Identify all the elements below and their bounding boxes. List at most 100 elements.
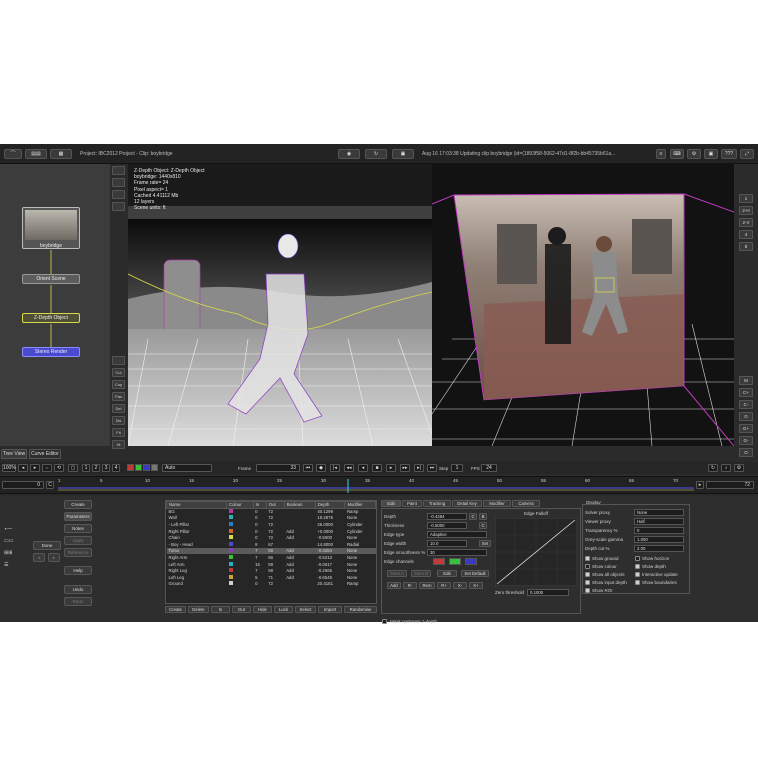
col-out[interactable]: Out [265, 501, 285, 509]
timeline-start-marker-icon[interactable]: C [46, 481, 54, 489]
node-tool-3[interactable] [112, 190, 125, 199]
channel-green[interactable] [135, 464, 142, 471]
layer-row[interactable]: BG 0 72 40.1299 Ramp [167, 508, 376, 515]
apply-button[interactable]: Apply [64, 536, 92, 545]
r-plus-button[interactable]: R+ [437, 582, 451, 589]
view-mode-g[interactable]: G [739, 412, 753, 421]
col-name[interactable]: Name [166, 501, 227, 509]
parameters-button[interactable]: Parameters [64, 512, 92, 521]
node-tool-2[interactable] [112, 178, 125, 187]
layer-randomise-button[interactable]: Randomise [344, 606, 377, 613]
cut-button[interactable]: Cut [112, 368, 125, 377]
edge-smoothness-field[interactable]: 30 [427, 549, 487, 556]
x-minus-button[interactable]: X- [453, 582, 467, 589]
zoom-field[interactable]: 100% [2, 464, 16, 472]
key-prev-icon[interactable]: ◆ [316, 464, 326, 472]
help-panel-button[interactable]: Help [64, 566, 92, 575]
layer-colour-swatch[interactable] [228, 574, 233, 579]
edge-channel-green[interactable] [449, 558, 461, 565]
proxy-select[interactable]: Auto [162, 464, 212, 472]
view-layout-2v[interactable]: 2-V [739, 218, 753, 227]
view-mode-cplus[interactable]: C+ [739, 388, 753, 397]
timeline-icon[interactable]: ▤▤ [25, 149, 47, 159]
page-4[interactable]: 4 [112, 464, 120, 472]
stereo-render-node[interactable]: Stereo Render [22, 347, 80, 357]
show-boundaries-checkbox[interactable] [635, 580, 640, 585]
hide-button[interactable]: Hi [112, 440, 125, 449]
zoom-up-icon[interactable]: ▸ [30, 464, 40, 472]
show-colour-checkbox[interactable] [585, 564, 590, 569]
next-button[interactable]: ▸ [48, 553, 60, 562]
show-input-depth-checkbox[interactable] [585, 580, 590, 585]
layer-row[interactable]: Torso 7 68 Add -0.4284 None [166, 547, 376, 555]
show-depth-checkbox[interactable] [635, 564, 640, 569]
layer-row[interactable]: Right Pillar 0 72 Add +0.0000 Cylinder [167, 528, 376, 535]
edge-channel-blue[interactable] [465, 558, 477, 565]
edge-type-select[interactable]: Adaptive [427, 531, 487, 538]
grid-icon[interactable]: ▦ [50, 149, 72, 159]
view-mode-m[interactable]: M [739, 376, 753, 385]
gear-icon[interactable]: ⚙ [687, 149, 701, 159]
goto-end-icon[interactable]: ⏭ [427, 464, 437, 472]
timeline[interactable]: 0 C 1 5 10 15 20 25 30 35 40 45 50 55 60… [0, 476, 758, 494]
r-minus-button[interactable]: R- [403, 582, 417, 589]
view-mode-o[interactable]: O [739, 448, 753, 457]
create-button[interactable]: Create [64, 500, 92, 509]
layers-tool-icon[interactable]: ☰ [4, 562, 24, 569]
disable-button[interactable]: Dis [112, 416, 125, 425]
lock-icon[interactable]: ▣ [704, 149, 718, 159]
tab-detail-key[interactable]: Detail Key [452, 500, 482, 507]
tab-modifier[interactable]: Modifier [483, 500, 511, 507]
depth-viewer[interactable]: Z-Depth Object: Z-Depth Object boybridge… [128, 164, 432, 446]
goto-start-icon[interactable]: ⏮ [303, 464, 313, 472]
col-colour[interactable]: Colour [226, 501, 254, 509]
channel-blue[interactable] [143, 464, 150, 471]
layer-select-button[interactable]: Select [295, 606, 316, 613]
tab-curve-editor[interactable]: Curve Editor [29, 449, 61, 459]
edge-falloff-curve[interactable] [495, 518, 577, 586]
layer-row[interactable]: Wall 0 72 19.2875 None [167, 515, 376, 522]
settings-icon[interactable]: ⚙ [734, 464, 744, 472]
tab-edit[interactable]: Edit [381, 500, 401, 507]
layer-colour-swatch[interactable] [228, 515, 233, 520]
view-layout-1[interactable]: 1 [739, 194, 753, 203]
layer-row[interactable]: Right Arm 7 66 Add -0.5213 None [167, 554, 376, 561]
layer-row[interactable]: Chain 0 72 Add -0.5000 None [167, 534, 376, 541]
layer-colour-swatch[interactable] [228, 548, 233, 553]
shape-tool-icon[interactable]: ▭▭ [4, 538, 24, 545]
reset-icon[interactable]: ⟲ [54, 464, 64, 472]
view-layout-2h[interactable]: 2-H [739, 206, 753, 215]
zoom-down-icon[interactable]: ◂ [18, 464, 28, 472]
loop-icon[interactable]: ↻ [708, 464, 718, 472]
fps-input[interactable]: 24 [481, 464, 497, 472]
layer-colour-swatch[interactable] [228, 509, 233, 514]
copy-button[interactable]: Cop [112, 380, 125, 389]
page-1[interactable]: 1 [82, 464, 90, 472]
channel-red[interactable] [127, 464, 134, 471]
layer-out-button[interactable]: Out [232, 606, 251, 613]
x-plus-button[interactable]: X+ [469, 582, 483, 589]
orient-scene-node[interactable]: Orient Scene [22, 274, 80, 284]
stop-icon[interactable]: ■ [372, 464, 382, 472]
reference-button[interactable]: Reference [64, 548, 92, 557]
fast-forward-icon[interactable]: ▸▸ [400, 464, 410, 472]
show-horizon-checkbox[interactable] [635, 556, 640, 561]
redo-button[interactable]: Redo [64, 597, 92, 606]
audio-icon[interactable]: ♪ [721, 464, 731, 472]
3d-viewer[interactable] [432, 164, 734, 446]
layer-row[interactable]: Ground 0 72 20.4181 Ramp [167, 581, 376, 588]
fit-button[interactable]: Fit [112, 428, 125, 437]
zero-threshold-field[interactable]: 0.1000 [527, 589, 569, 596]
layer-colour-swatch[interactable] [228, 555, 233, 560]
show-all-objects-checkbox[interactable] [585, 572, 590, 577]
layer-colour-swatch[interactable] [228, 541, 233, 546]
layer-colour-swatch[interactable] [228, 522, 233, 527]
add-point-button[interactable]: Add [387, 582, 401, 589]
node-tool-4[interactable] [112, 202, 125, 211]
page-3[interactable]: 3 [102, 464, 110, 472]
tab-camera[interactable]: Camera [512, 500, 540, 507]
step-forward-icon[interactable]: ▸| [414, 464, 424, 472]
remove-point-button[interactable]: Rem [419, 582, 435, 589]
notes-button[interactable]: Notes [64, 524, 92, 533]
depth-b-button[interactable]: B [479, 513, 487, 520]
